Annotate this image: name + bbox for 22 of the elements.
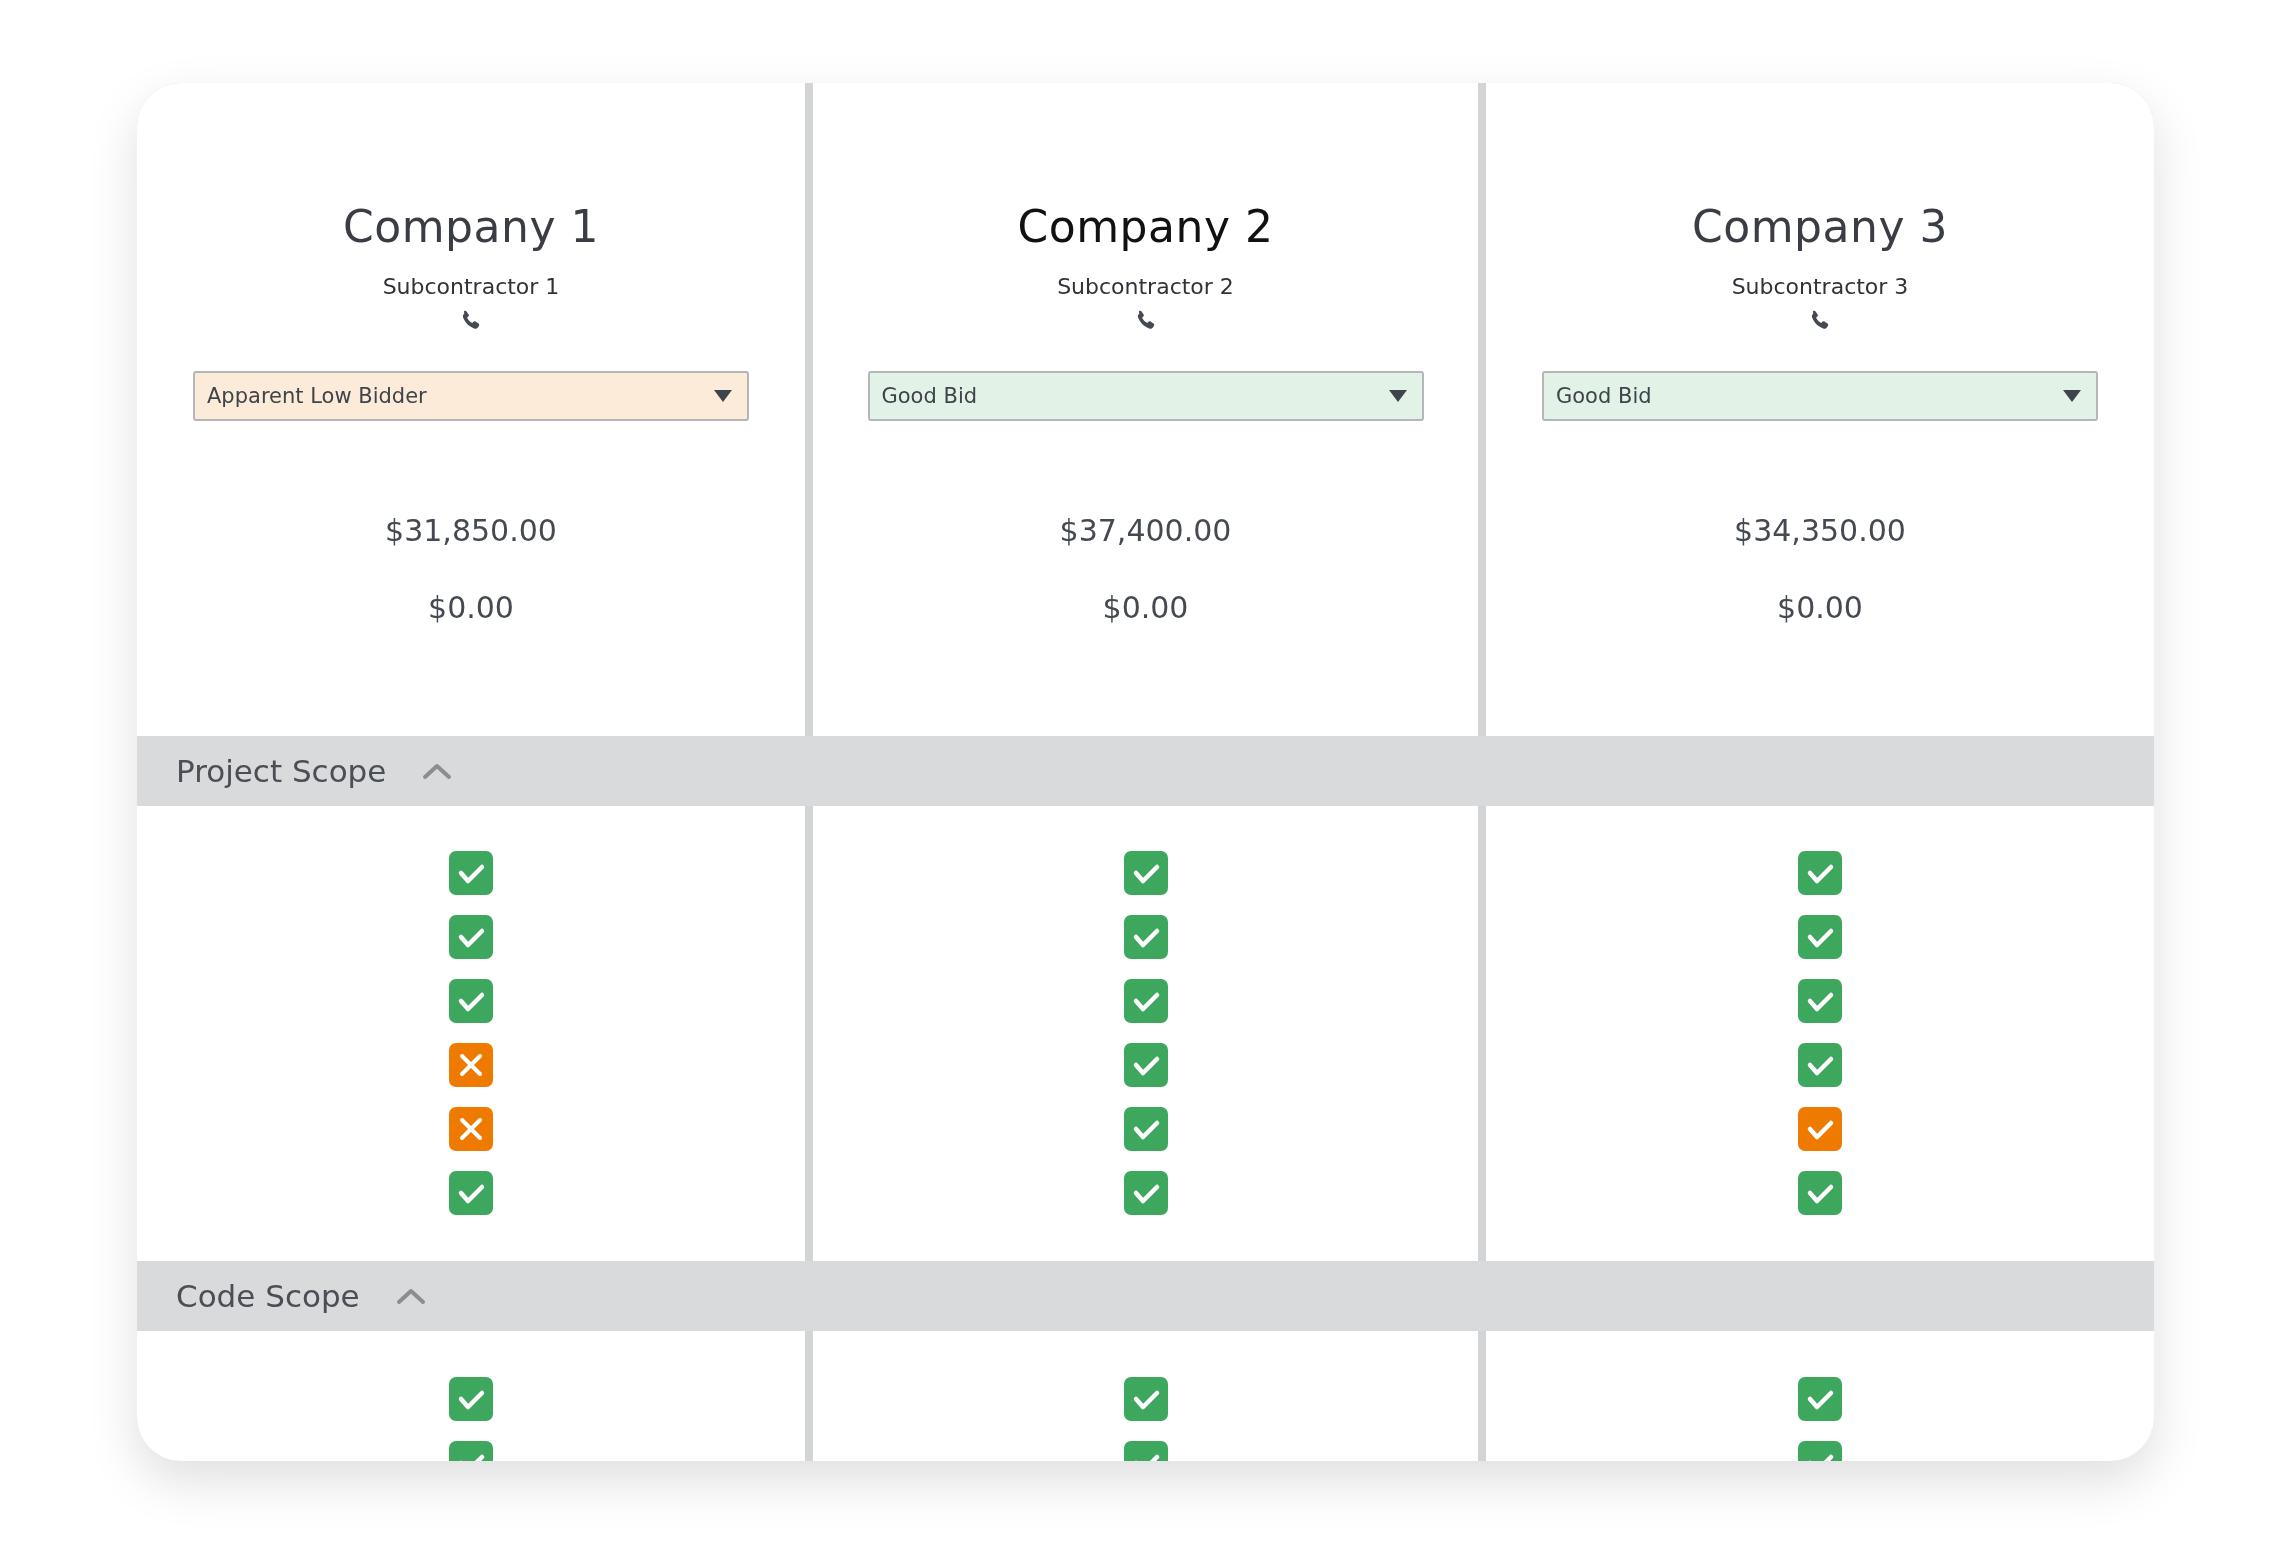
bid-amount: $0.00 bbox=[428, 590, 514, 625]
section-title: Project Scope bbox=[176, 753, 387, 789]
bid-amount: $34,350.00 bbox=[1734, 513, 1906, 548]
section-header[interactable]: Project Scope bbox=[137, 736, 2154, 806]
company-name: Company 3 bbox=[1692, 201, 1948, 252]
status-dropdown[interactable]: Good Bid bbox=[1542, 371, 2098, 421]
section-title: Code Scope bbox=[176, 1278, 360, 1314]
status-dropdown[interactable]: Good Bid bbox=[867, 371, 1424, 421]
subcontractor-name: Subcontractor 3 bbox=[1731, 274, 1909, 299]
company-name: Company 2 bbox=[1017, 201, 1274, 252]
caret-icon bbox=[1387, 389, 1408, 403]
bid-amount: $0.00 bbox=[1777, 590, 1863, 625]
subcontractor-name: Subcontractor 2 bbox=[1057, 274, 1234, 299]
section-header[interactable]: Code Scope bbox=[137, 1261, 2154, 1331]
company-name: Company 1 bbox=[343, 201, 599, 252]
bid-amount: $37,400.00 bbox=[1059, 513, 1232, 548]
bid-amount: $31,850.00 bbox=[385, 513, 557, 548]
caret-icon bbox=[713, 389, 733, 403]
bid-amount: $0.00 bbox=[1102, 590, 1189, 625]
caret-icon bbox=[2062, 389, 2082, 403]
subcontractor-name: Subcontractor 1 bbox=[382, 274, 560, 299]
status-dropdown[interactable]: Apparent Low Bidder bbox=[193, 371, 749, 421]
